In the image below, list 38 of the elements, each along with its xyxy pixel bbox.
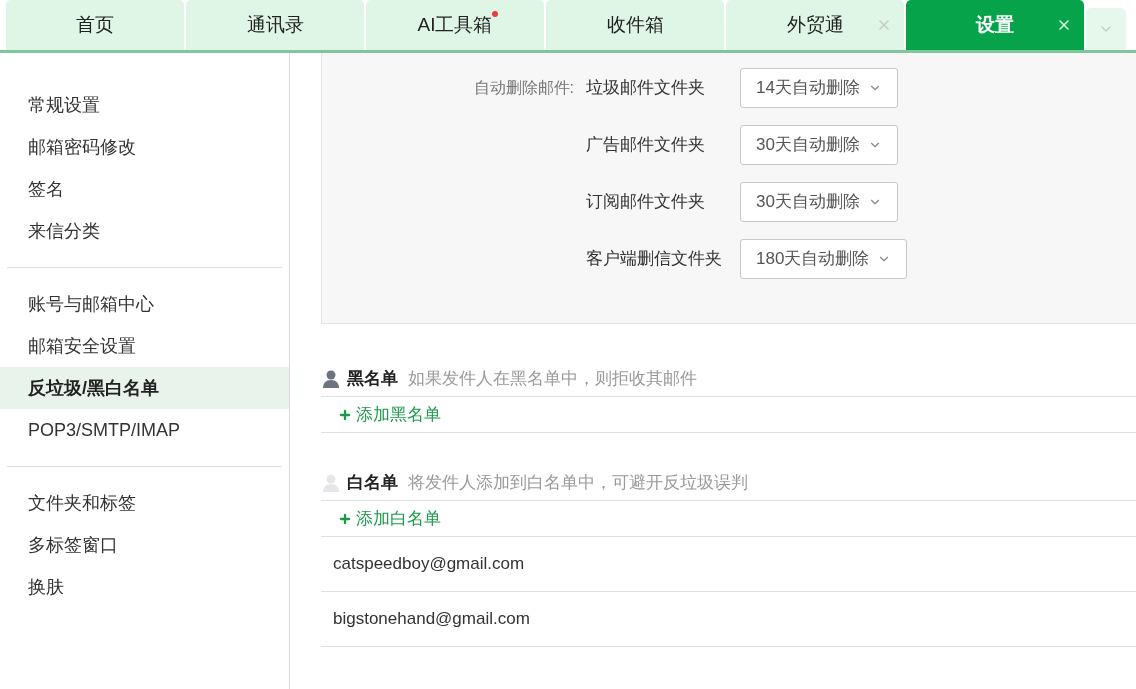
- list-title: 白名单: [347, 472, 398, 495]
- close-icon[interactable]: [876, 17, 892, 33]
- auto-delete-select[interactable]: 30天自动删除: [740, 124, 898, 165]
- tab[interactable]: 首页: [6, 0, 184, 50]
- close-icon[interactable]: [1056, 17, 1072, 33]
- sidebar-item[interactable]: 换肤: [0, 566, 289, 608]
- tab[interactable]: AI工具箱: [366, 0, 544, 50]
- sidebar-item[interactable]: 常规设置: [0, 84, 289, 126]
- sidebar-item[interactable]: 邮箱密码修改: [0, 126, 289, 168]
- tab[interactable]: 收件箱: [546, 0, 724, 50]
- auto-delete-select[interactable]: 14天自动删除: [740, 67, 898, 108]
- folder-label: 订阅邮件文件夹: [586, 190, 706, 213]
- add-link[interactable]: 添加黑名单: [338, 401, 441, 428]
- add-link[interactable]: 添加白名单: [338, 505, 441, 532]
- list-title: 黑名单: [347, 368, 398, 391]
- sidebar-item[interactable]: 签名: [0, 168, 289, 210]
- sidebar-item[interactable]: 来信分类: [0, 210, 289, 252]
- sidebar-item[interactable]: 文件夹和标签: [0, 482, 289, 524]
- sidebar-item[interactable]: 多标签窗口: [0, 524, 289, 566]
- auto-delete-select[interactable]: 30天自动删除: [740, 181, 898, 222]
- folder-label: 广告邮件文件夹: [586, 133, 706, 156]
- tabs-dropdown-button[interactable]: [1086, 8, 1126, 50]
- auto-delete-label: 自动删除邮件:: [473, 77, 574, 98]
- plus-icon: [338, 407, 352, 422]
- tab[interactable]: 外贸通: [726, 0, 904, 50]
- sidebar-item[interactable]: 邮箱安全设置: [0, 325, 289, 367]
- sidebar-item[interactable]: 账号与邮箱中心: [0, 283, 289, 325]
- folder-label: 垃圾邮件文件夹: [586, 76, 706, 99]
- folder-label: 客户端删信文件夹: [586, 247, 723, 270]
- list-description: 如果发件人在黑名单中，则拒收其邮件: [408, 368, 697, 391]
- email-address: catspeedboy@gmail.com: [333, 553, 525, 576]
- sidebar-item[interactable]: 反垃圾/黑白名单: [0, 367, 289, 409]
- sidebar-item[interactable]: POP3/SMTP/IMAP: [0, 409, 289, 451]
- list-description: 将发件人添加到白名单中，可避开反垃圾误判: [408, 472, 748, 495]
- plus-icon: [338, 511, 352, 526]
- tab[interactable]: 通讯录: [186, 0, 364, 50]
- auto-delete-select[interactable]: 180天自动删除: [740, 238, 908, 279]
- email-address: bigstonehand@gmail.com: [333, 608, 530, 631]
